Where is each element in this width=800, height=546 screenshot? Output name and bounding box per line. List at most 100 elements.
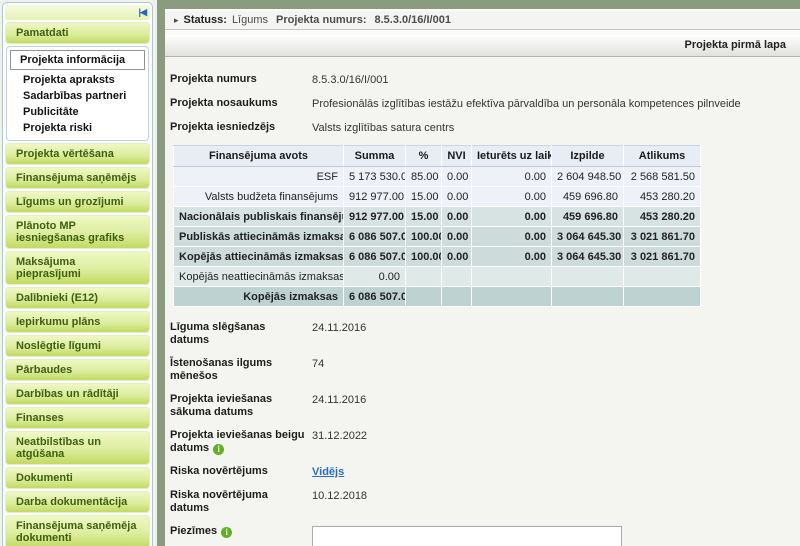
- finance-table-body: ESF5 173 530.0085.000.000.002 604 948.50…: [174, 167, 701, 307]
- table-cell: [406, 267, 442, 287]
- sidebar-item-darbibas-un-raditaji[interactable]: Darbības un rādītāji: [5, 383, 150, 405]
- status-expander-icon[interactable]: ▸: [174, 15, 179, 26]
- table-cell: 0.00: [472, 227, 552, 247]
- sidebar-item-neatbilstibas-un-atgusana[interactable]: Neatbilstības un atgūšana: [5, 431, 150, 465]
- table-cell: 0.00: [442, 207, 472, 227]
- table-cell: [472, 287, 552, 307]
- table-row-kopejas-izmaksas: Kopējās izmaksas6 086 507.00: [174, 287, 701, 307]
- submenu-item-projekta-apraksts[interactable]: Projekta apraksts: [10, 72, 145, 88]
- table-cell: 100.00: [406, 227, 442, 247]
- table-cell: 6 086 507.00: [344, 227, 406, 247]
- sidebar-item-pamatdati[interactable]: Pamatdati: [5, 22, 150, 44]
- sidebar-item-dokumenti[interactable]: Dokumenti: [5, 467, 150, 489]
- field-value-istenosanas-ilgums-menesos: 74: [312, 357, 792, 383]
- page-title-bar: Projekta pirmā lapa: [165, 35, 800, 57]
- column-header-izpilde: Izpilde: [552, 146, 624, 167]
- table-cell: 0.00: [442, 227, 472, 247]
- field-riska-novertejuma-datums: Riska novērtējuma datums10.12.2018: [170, 489, 792, 515]
- table-cell: [624, 267, 701, 287]
- table-cell: 6 086 507.00: [344, 247, 406, 267]
- table-cell: 3 064 645.30: [552, 227, 624, 247]
- table-cell: [472, 267, 552, 287]
- table-cell: 3 021 861.70: [624, 227, 701, 247]
- table-cell: [442, 287, 472, 307]
- field-piezimes: Piezīmesi: [170, 525, 792, 546]
- table-cell: 15.00: [406, 187, 442, 207]
- field-value-liguma-slegsanas-datums: 24.11.2016: [312, 321, 792, 347]
- table-cell: 15.00: [406, 207, 442, 227]
- table-cell: 3 064 645.30: [552, 247, 624, 267]
- notes-textarea[interactable]: [312, 526, 622, 546]
- sidebar-item-finansejuma-sanemejs[interactable]: Finansējuma saņēmējs: [5, 167, 150, 189]
- table-cell: 0.00: [344, 267, 406, 287]
- submenu-item-projekta-informacija[interactable]: Projekta informācija: [10, 50, 145, 70]
- field-label-projekta-numurs: Projekta numurs: [170, 73, 312, 87]
- column-header-nvi: NVI: [442, 146, 472, 167]
- sidebar-item-iepirkumu-plans[interactable]: Iepirkumu plāns: [5, 311, 150, 333]
- project-number-value: 8.5.3.0/16/I/001: [374, 14, 450, 26]
- table-cell: 2 604 948.50: [552, 167, 624, 187]
- page-title: Projekta pirmā lapa: [685, 39, 787, 51]
- field-label-projekta-nosaukums: Projekta nosaukums: [170, 97, 312, 111]
- table-cell: 912 977.00: [344, 187, 406, 207]
- sidebar-item-parbaudes[interactable]: Pārbaudes: [5, 359, 150, 381]
- submenu-item-publicitate[interactable]: Publicitāte: [10, 104, 145, 120]
- submenu-panel: Projekta informācija Projekta aprakstsSad…: [6, 46, 149, 141]
- table-cell: 5 173 530.00: [344, 167, 406, 187]
- sidebar-item-noslegtie-ligumi[interactable]: Noslēgtie līgumi: [5, 335, 150, 357]
- sidebar-item-dalibnieki-e12[interactable]: Dalībnieki (E12): [5, 287, 150, 309]
- main-content: ▸ Statuss: Līgums Projekta numurs: 8.5.3…: [157, 0, 800, 546]
- submenu-item-projekta-riski[interactable]: Projekta riski: [10, 120, 145, 136]
- table-cell: 0.00: [442, 167, 472, 187]
- field-value-riska-novertejuma-datums: 10.12.2018: [312, 489, 792, 515]
- field-label-projekta-ieviesanas-beigu-datums: Projekta ieviešanas beigu datumsi: [170, 429, 312, 455]
- sidebar-item-finanses[interactable]: Finanses: [5, 407, 150, 429]
- table-row-esf: ESF5 173 530.0085.000.000.002 604 948.50…: [174, 167, 701, 187]
- field-label-projekta-ieviesanas-sakuma-datums: Projekta ieviešanas sākuma datums: [170, 393, 312, 419]
- info-icon[interactable]: i: [221, 527, 232, 538]
- table-cell: 2 568 581.50: [624, 167, 701, 187]
- column-header-finansejuma-avots: Finansējuma avots: [174, 146, 344, 167]
- table-cell: 0.00: [442, 187, 472, 207]
- field-projekta-ieviesanas-beigu-datums: Projekta ieviešanas beigu datumsi31.12.2…: [170, 429, 792, 455]
- sidebar: |◀ PamatdatiProjekta informācijaProjekta…: [0, 0, 157, 546]
- table-cell: Kopējās attiecināmās izmaksas: [174, 247, 344, 267]
- table-row-valsts-budzeta-finansejums: Valsts budžeta finansējums912 977.0015.0…: [174, 187, 701, 207]
- submenu-item-sadarbibas-partneri[interactable]: Sadarbības partneri: [10, 88, 145, 104]
- field-projekta-ieviesanas-sakuma-datums: Projekta ieviešanas sākuma datums24.11.2…: [170, 393, 792, 419]
- table-cell: 0.00: [472, 167, 552, 187]
- fields-bottom: Līguma slēgšanas datums24.11.2016Īstenoš…: [170, 321, 792, 546]
- table-cell: 0.00: [472, 207, 552, 227]
- table-cell: 85.00: [406, 167, 442, 187]
- field-liguma-slegsanas-datums: Līguma slēgšanas datums24.11.2016: [170, 321, 792, 347]
- table-cell: Publiskās attiecināmās izmaksas: [174, 227, 344, 247]
- table-cell: 100.00: [406, 247, 442, 267]
- table-cell: 0.00: [472, 187, 552, 207]
- sidebar-item-projekta-vertesana[interactable]: Projekta vērtēšana: [5, 143, 150, 165]
- sidebar-item-maksajuma-pieprasijumi[interactable]: Maksājuma pieprasījumi: [5, 251, 150, 285]
- finance-table: Finansējuma avotsSumma%NVIIeturēts uz la…: [173, 145, 701, 307]
- table-cell: 459 696.80: [552, 207, 624, 227]
- collapse-sidebar-icon[interactable]: |◀: [139, 7, 146, 17]
- table-cell: [552, 267, 624, 287]
- sidebar-item-finansejuma-sanemeja-dokumenti[interactable]: Finansējuma saņēmēja dokumenti: [5, 515, 150, 546]
- sidebar-item-darba-dokumentacija[interactable]: Darba dokumentācija: [5, 491, 150, 513]
- top-frame-bar: [165, 0, 800, 11]
- sidebar-item-ligums-un-grozijumi[interactable]: Līgums un grozījumi: [5, 191, 150, 213]
- table-row-kopejas-neattiecinamas-izmaksas: Kopējās neattiecināmās izmaksas0.00: [174, 267, 701, 287]
- field-label-riska-novertejuma-datums: Riska novērtējuma datums: [170, 489, 312, 515]
- sidebar-item-planoto-mp-iesniegsanas-grafiks[interactable]: Plānoto MP iesniegšanas grafiks: [5, 215, 150, 249]
- table-cell: 453 280.20: [624, 187, 701, 207]
- risk-rating-link[interactable]: Vidējs: [312, 466, 344, 478]
- field-label-projekta-iesniedzejs: Projekta iesniedzējs: [170, 121, 312, 135]
- field-value-projekta-nosaukums: Profesionālās izglītības iestāžu efektīv…: [312, 97, 792, 111]
- field-projekta-numurs: Projekta numurs8.5.3.0/16/I/001: [170, 73, 792, 87]
- column-header-summa: Summa: [344, 146, 406, 167]
- field-value-projekta-numurs: 8.5.3.0/16/I/001: [312, 73, 792, 87]
- field-label-riska-novertejums: Riska novērtējums: [170, 465, 312, 479]
- field-label-piezimes: Piezīmesi: [170, 525, 312, 546]
- info-icon[interactable]: i: [213, 444, 224, 455]
- table-cell: 453 280.20: [624, 207, 701, 227]
- field-projekta-nosaukums: Projekta nosaukumsProfesionālās izglītīb…: [170, 97, 792, 111]
- table-cell: ESF: [174, 167, 344, 187]
